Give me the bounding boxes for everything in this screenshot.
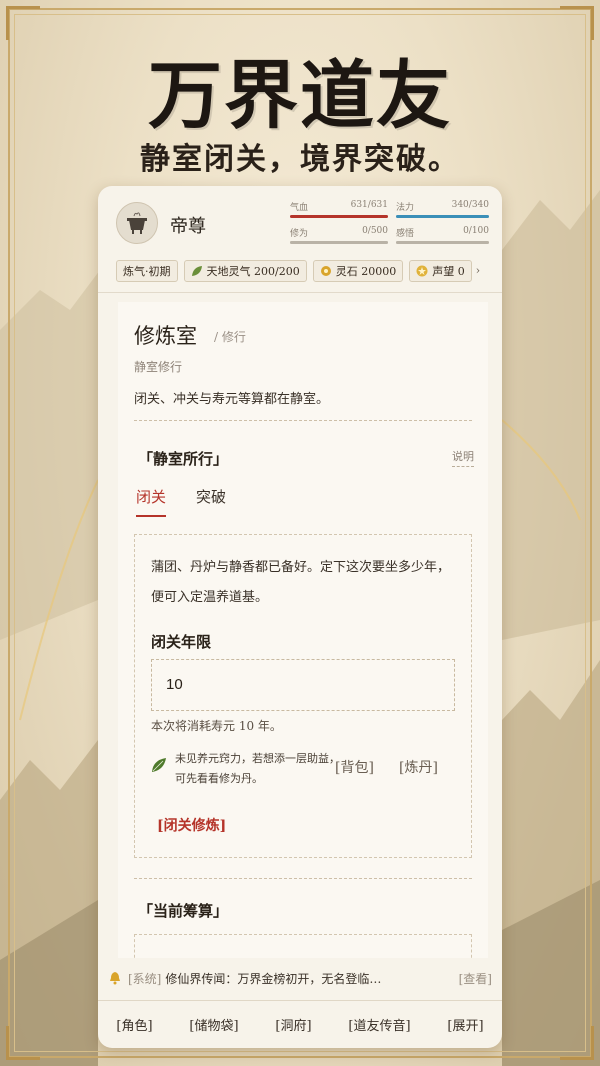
retreat-form: 蒲团、丹炉与静香都已备好。定下这次要坐多少年，便可入定温养道基。 闭关年限 本次… — [134, 534, 472, 858]
hp-bar — [290, 215, 388, 218]
cultivation-bar — [290, 241, 388, 244]
resource-bar: 炼气·初期 天地灵气 200/200 灵石 20000 声望 0 › — [116, 260, 492, 282]
notice-message: 修仙界传闻：万界金榜初开，无名登临… — [165, 971, 382, 986]
section-plan-title: 「当前筹算」 — [138, 902, 229, 920]
leaf-icon — [191, 266, 202, 276]
start-retreat-button[interactable]: [闭关修炼] — [157, 815, 226, 835]
bell-icon — [110, 972, 120, 985]
page-title: 修炼室 — [134, 324, 197, 348]
retreat-years-input[interactable] — [151, 659, 455, 711]
insight-bar — [396, 241, 489, 244]
spirit-stone-icon — [320, 266, 331, 276]
retreat-years-label: 闭关年限 — [151, 633, 212, 651]
banner-subtitle: 静室闭关，境界突破。 — [140, 142, 460, 177]
alchemy-link[interactable]: [炼丹] — [399, 757, 438, 777]
game-card: 帝尊 气血 631/631 法力 340/340 修为 0/500 感悟 0/100 炼… — [98, 186, 502, 1048]
system-notice: [系统] 修仙界传闻：万界金榜初开，无名登临… [查看] — [108, 958, 492, 998]
page-description: 闭关、冲关与寿元等算都在静室。 — [134, 392, 330, 407]
section-title: 「静室所行」 — [138, 450, 229, 468]
hp-stat: 气血 631/631 — [290, 200, 388, 220]
page-subtitle: 静室修行 — [134, 360, 183, 374]
bottom-nav: [角色] [储物袋] [洞府] [道友传音] [展开] — [98, 1000, 502, 1048]
notice-tag: [系统] — [128, 971, 162, 986]
realm-chip[interactable]: 炼气·初期 — [116, 260, 178, 282]
bag-link[interactable]: [背包] — [335, 757, 374, 777]
reputation-chip[interactable]: 声望 0 — [409, 260, 472, 282]
pill-hint: 未见养元窍力，若想添一层助益，可先看看修为丹。 — [175, 752, 340, 785]
tab-breakthrough[interactable]: 突破 — [196, 486, 226, 507]
nav-storage-bag[interactable]: [储物袋] — [189, 1015, 238, 1034]
chevron-right-icon[interactable]: › — [476, 260, 480, 282]
avatar[interactable] — [116, 202, 158, 244]
banner-title: 万界道友 — [148, 53, 452, 139]
mana-bar — [396, 215, 489, 218]
breadcrumb[interactable]: / 修行 — [214, 328, 246, 345]
mana-stat: 法力 340/340 — [396, 200, 489, 220]
nav-character[interactable]: [角色] — [116, 1015, 152, 1034]
player-name: 帝尊 — [170, 216, 206, 237]
star-icon — [416, 265, 428, 277]
retreat-intro: 蒲团、丹炉与静香都已备好。定下这次要坐多少年，便可入定温养道基。 — [151, 560, 451, 605]
notice-view-link[interactable]: [查看] — [459, 970, 492, 987]
cultivation-stat: 修为 0/500 — [290, 226, 388, 246]
spirit-stone-chip[interactable]: 灵石 20000 — [312, 260, 404, 282]
plan-box — [134, 934, 472, 958]
nav-cave[interactable]: [洞府] — [275, 1015, 311, 1034]
player-header: 帝尊 气血 631/631 法力 340/340 修为 0/500 感悟 0/100 — [98, 186, 502, 254]
lifespan-cost: 本次将消耗寿元 10 年。 — [151, 719, 282, 733]
cultivation-panel: 修炼室 / 修行 静室修行 闭关、冲关与寿元等算都在静室。 「静室所行」 说明 … — [118, 302, 488, 958]
insight-stat: 感悟 0/100 — [396, 226, 489, 246]
tab-retreat[interactable]: 闭关 — [136, 486, 167, 517]
leaf-icon — [152, 758, 166, 772]
nav-expand[interactable]: [展开] — [447, 1015, 483, 1034]
explain-link[interactable]: 说明 — [452, 448, 474, 467]
qi-chip[interactable]: 天地灵气 200/200 — [183, 260, 307, 282]
cauldron-icon — [127, 212, 147, 234]
nav-messages[interactable]: [道友传音] — [348, 1015, 410, 1034]
